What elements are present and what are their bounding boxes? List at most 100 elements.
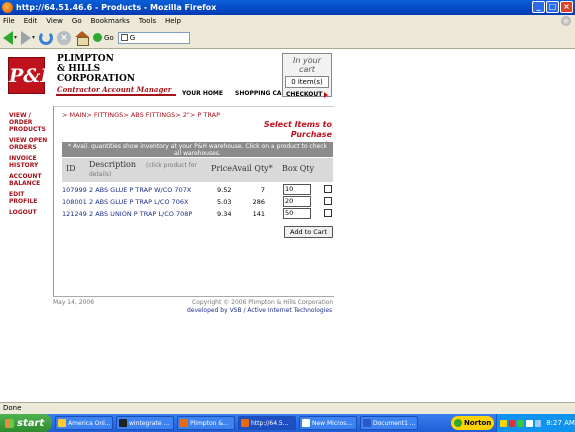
product-id[interactable]: 108001 (62, 198, 87, 206)
breadcrumb-sep: > (123, 111, 131, 119)
network-icon[interactable] (534, 419, 542, 427)
menu-view[interactable]: View (46, 17, 63, 25)
maximize-button[interactable]: □ (546, 1, 559, 13)
breadcrumb-fittings[interactable]: FITTINGS (94, 111, 123, 119)
sidebar-item-invoice-history[interactable]: INVOICE HISTORY (9, 155, 53, 169)
go-icon[interactable] (93, 33, 103, 42)
select-items-heading-line2: Purchase (290, 130, 332, 139)
add-to-cart-button[interactable]: Add to Cart (284, 226, 333, 238)
tray-icon[interactable] (517, 419, 524, 427)
select-checkbox[interactable] (324, 197, 332, 205)
nav-checkout[interactable]: CHECKOUT (286, 91, 329, 98)
back-arrow-icon (3, 30, 13, 45)
header-description-hint-2: details) (89, 171, 112, 178)
back-button[interactable]: ▾ (3, 30, 17, 46)
go-label[interactable]: Go (104, 34, 114, 42)
home-icon (75, 31, 90, 46)
product-price: 5.03 (217, 198, 232, 206)
nav-your-home[interactable]: YOUR HOME (182, 90, 223, 97)
sidebar-item-view-open-orders[interactable]: VIEW OPEN ORDERS (9, 137, 53, 151)
cart-label: In your cart (283, 56, 331, 74)
product-description[interactable]: 2 ABS UNION P TRAP L/CO 708P (89, 210, 192, 218)
footer-date: May 14, 2006 (53, 299, 95, 306)
window-title: http://64.51.46.6 - Products - Mozilla F… (16, 3, 217, 12)
menu-go[interactable]: Go (72, 17, 82, 25)
home-button[interactable] (75, 30, 90, 46)
sidebar-item-logout[interactable]: LOGOUT (9, 209, 53, 216)
cart-label-line2: cart (299, 65, 315, 74)
tagline: Contractor Account Manager (57, 85, 172, 94)
menu-help[interactable]: Help (165, 17, 181, 25)
top-navigation: YOUR HOME SHOPPING CART (182, 90, 290, 97)
document-icon (302, 419, 310, 427)
menu-bar: File Edit View Go Bookmarks Tools Help (0, 15, 575, 27)
checkout-label: CHECKOUT (286, 91, 323, 98)
forward-arrow-icon (21, 30, 32, 45)
taskbar-item-label: Document1 ... (373, 419, 416, 427)
firefox-icon (2, 2, 13, 13)
header-id: ID (66, 164, 76, 173)
volume-icon[interactable] (525, 419, 533, 427)
box-qty-input[interactable]: 50 (283, 208, 311, 219)
stop-button[interactable]: × (57, 30, 72, 46)
reload-button[interactable] (39, 30, 54, 46)
close-button[interactable]: × (560, 1, 573, 13)
sidebar-nav: VIEW / ORDER PRODUCTS VIEW OPEN ORDERS I… (9, 112, 53, 220)
minimize-button[interactable]: _ (532, 1, 545, 13)
taskbar-item-aol[interactable]: America Onl... (55, 416, 113, 430)
breadcrumb-2in[interactable]: 2" (183, 111, 190, 119)
url-value: G (129, 33, 136, 42)
tagline-divider (56, 94, 176, 96)
product-description[interactable]: 2 ABS GLUE P TRAP L/CO 706X (89, 198, 188, 206)
tray-icon[interactable] (500, 419, 507, 427)
sidebar-item-account-balance[interactable]: ACCOUNT BALANCE (9, 173, 53, 187)
box-qty-input[interactable]: 20 (283, 196, 311, 207)
product-id[interactable]: 121249 (62, 210, 87, 218)
taskbar-item-label: New Micros... (312, 419, 352, 427)
start-button[interactable]: start (0, 414, 52, 432)
content-divider (53, 106, 334, 107)
sidebar-item-view-order-products[interactable]: VIEW / ORDER PRODUCTS (9, 112, 53, 133)
taskbar-item-http[interactable]: http://64.5... (238, 416, 296, 430)
product-description[interactable]: 2 ABS GLUE P TRAP W/CO 707X (89, 186, 191, 194)
select-checkbox[interactable] (324, 185, 332, 193)
taskbar-item-document1[interactable]: Document1 ... (360, 416, 418, 430)
company-logo[interactable]: P&H (8, 57, 58, 94)
tray-icon[interactable] (508, 419, 516, 427)
menu-tools[interactable]: Tools (139, 17, 156, 25)
menu-bookmarks[interactable]: Bookmarks (91, 17, 130, 25)
product-avail-qty: 286 (252, 198, 265, 206)
breadcrumb-sep: > (86, 111, 94, 119)
header-description-hint: (click product for (146, 162, 197, 169)
table-header: ID Description (click product for detail… (62, 158, 333, 182)
chevron-down-icon[interactable]: ▾ (32, 34, 35, 41)
box-qty-input[interactable]: 10 (283, 184, 311, 195)
forward-button[interactable]: ▾ (21, 30, 35, 46)
breadcrumb-abs-fittings[interactable]: ABS FITTINGS (131, 111, 175, 119)
taskbar-item-label: http://64.5... (251, 419, 289, 427)
firefox-icon (180, 419, 188, 427)
url-input[interactable]: G (117, 31, 190, 44)
sidebar-item-edit-profile[interactable]: EDIT PROFILE (9, 191, 53, 205)
product-id[interactable]: 107999 (62, 186, 87, 194)
taskbar-item-wintegrate[interactable]: wIntegrate ... (116, 416, 174, 430)
product-avail-qty: 7 (260, 186, 265, 194)
chevron-down-icon[interactable]: ▾ (14, 34, 17, 41)
norton-badge[interactable]: Norton (451, 416, 494, 430)
taskbar-item-new-microsoft[interactable]: New Micros... (299, 416, 357, 430)
company-name-line2: & HILLS (57, 64, 101, 74)
taskbar-item-plimpton[interactable]: Plimpton &... (177, 416, 235, 430)
taskbar-item-label: wIntegrate ... (129, 419, 170, 427)
select-checkbox[interactable] (324, 209, 332, 217)
footer-developer-link[interactable]: developed by VSB / Active Internet Techn… (187, 307, 332, 314)
footer-divider (53, 296, 334, 297)
navigation-toolbar: ▾ ▾ × Go G (0, 27, 575, 49)
taskbar-item-label: Plimpton &... (190, 419, 229, 427)
window-title-bar: http://64.51.46.6 - Products - Mozilla F… (0, 0, 575, 15)
firefox-icon (241, 419, 249, 427)
start-label: start (17, 417, 45, 429)
menu-file[interactable]: File (3, 17, 15, 25)
breadcrumb-main[interactable]: MAIN (70, 111, 87, 119)
company-name-line3: CORPORATION (57, 74, 136, 84)
menu-edit[interactable]: Edit (24, 17, 38, 25)
